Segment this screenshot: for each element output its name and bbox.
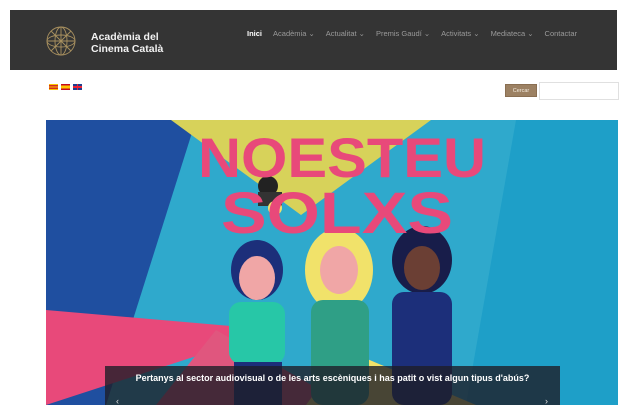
brand-line-1: Acadèmia del (91, 31, 159, 43)
language-switcher (49, 84, 82, 90)
nav-item-academia[interactable]: Acadèmia ⌄ (273, 29, 315, 38)
hero-headline-line-2: SOLXS (221, 181, 453, 246)
nav-item-mediateca[interactable]: Mediateca ⌄ (491, 29, 534, 38)
hero-banner[interactable]: NOESTEU SOLXS (46, 120, 618, 405)
main-nav: Inici Acadèmia ⌄ Actualitat ⌄ Premis Gau… (247, 29, 588, 38)
geodesic-globe-icon[interactable] (42, 24, 80, 58)
hero-illustration: NOESTEU SOLXS (46, 120, 618, 405)
nav-item-premis-gaudi[interactable]: Premis Gaudí ⌄ (376, 29, 430, 38)
search-button[interactable]: Cercar (505, 84, 537, 97)
nav-item-inici[interactable]: Inici (247, 29, 262, 38)
flag-catalan-icon[interactable] (49, 84, 58, 90)
hero-caption: Pertanys al sector audiovisual o de les … (105, 366, 560, 405)
flag-spanish-icon[interactable] (61, 84, 70, 90)
flag-english-icon[interactable] (73, 84, 82, 90)
nav-item-contactar[interactable]: Contactar (545, 29, 578, 38)
brand-line-2: Cinema Català (91, 43, 164, 55)
slider-next-arrow-icon[interactable]: › (545, 396, 548, 405)
search-input[interactable] (539, 82, 619, 100)
nav-item-actualitat[interactable]: Actualitat ⌄ (326, 29, 365, 38)
nav-item-activitats[interactable]: Activitats ⌄ (441, 29, 479, 38)
hero-headline-line-1: NOESTEU (198, 126, 486, 189)
slider-prev-arrow-icon[interactable]: ‹ (116, 396, 119, 405)
brand-name[interactable]: Acadèmia del Cinema Català (91, 31, 163, 55)
site-header: Acadèmia del Cinema Català Inici Acadèmi… (10, 10, 617, 70)
